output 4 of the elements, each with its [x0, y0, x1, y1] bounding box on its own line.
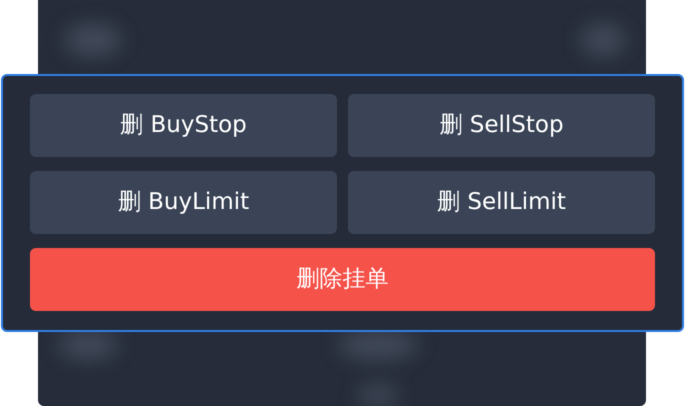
- delete-order-button[interactable]: 删 BuyStop: [30, 94, 337, 157]
- delete-order-button[interactable]: 删 BuyLimit: [30, 171, 337, 234]
- delete-order-button[interactable]: 删 SellStop: [348, 94, 655, 157]
- delete-order-button[interactable]: 删 SellLimit: [348, 171, 655, 234]
